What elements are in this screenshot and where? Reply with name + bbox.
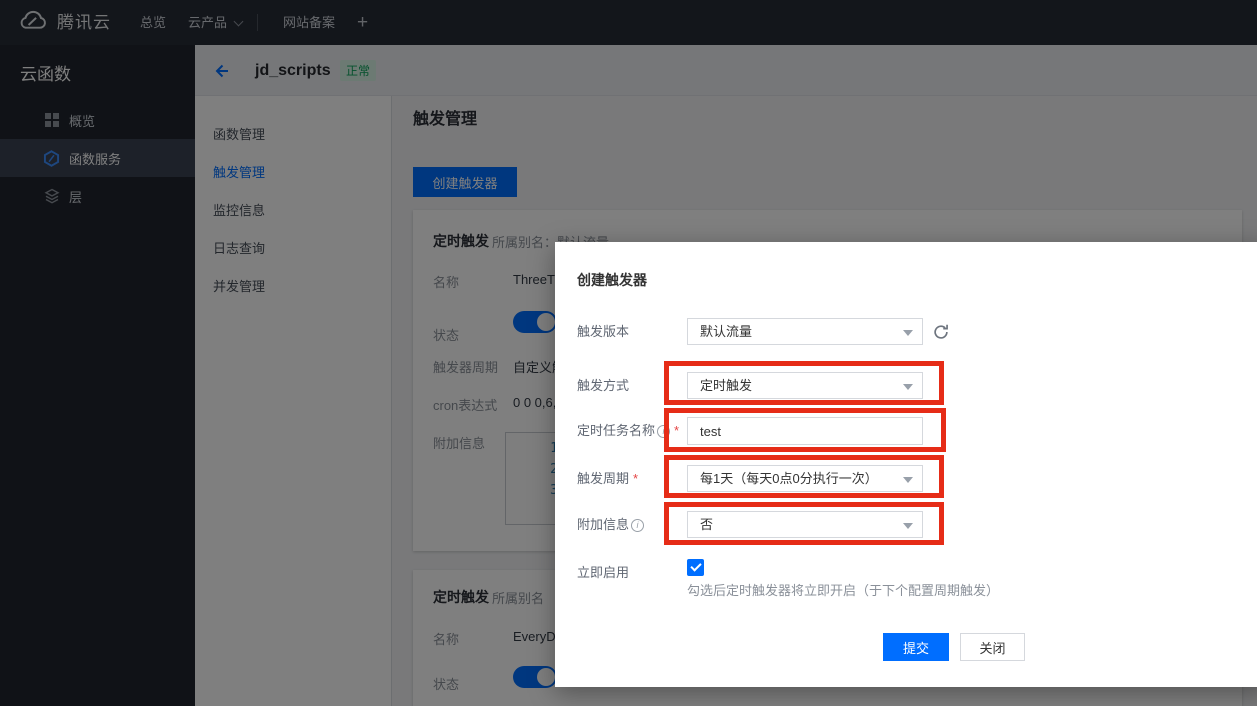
extra-info-select[interactable]: 否: [687, 511, 923, 538]
dropdown-caret-icon: [903, 384, 913, 390]
app-root: 腾讯云 总览 云产品 网站备案 + 云函数 概览 函数服务: [0, 0, 1257, 706]
trigger-version-label: 触发版本: [577, 318, 629, 345]
info-icon[interactable]: i: [657, 425, 670, 438]
trigger-method-select[interactable]: 定时触发: [687, 372, 923, 399]
modal-title: 创建触发器: [577, 270, 647, 290]
info-icon[interactable]: i: [631, 519, 644, 532]
submit-button[interactable]: 提交: [883, 633, 949, 661]
enable-now-checkbox[interactable]: [687, 559, 704, 576]
extra-info-label: 附加信息i: [577, 511, 644, 538]
create-trigger-modal: 创建触发器 触发版本 默认流量 触发方式 定时触发 定时任务名称i* 触发周期*…: [555, 242, 1257, 687]
close-button[interactable]: 关闭: [960, 633, 1025, 661]
trigger-period-select[interactable]: 每1天（每天0点0分执行一次）: [687, 465, 923, 492]
trigger-period-label: 触发周期*: [577, 465, 638, 492]
enable-now-label: 立即启用: [577, 559, 629, 586]
task-name-input[interactable]: [687, 417, 923, 445]
dropdown-caret-icon: [903, 330, 913, 336]
trigger-method-label: 触发方式: [577, 372, 629, 399]
task-name-label: 定时任务名称i*: [577, 417, 679, 444]
dropdown-caret-icon: [903, 477, 913, 483]
required-mark: *: [674, 423, 679, 438]
trigger-version-select[interactable]: 默认流量: [687, 318, 923, 345]
required-mark: *: [633, 471, 638, 486]
enable-now-helper: 勾选后定时触发器将立即开启（于下个配置周期触发）: [687, 580, 999, 599]
dropdown-caret-icon: [903, 523, 913, 529]
refresh-icon[interactable]: [932, 323, 950, 341]
